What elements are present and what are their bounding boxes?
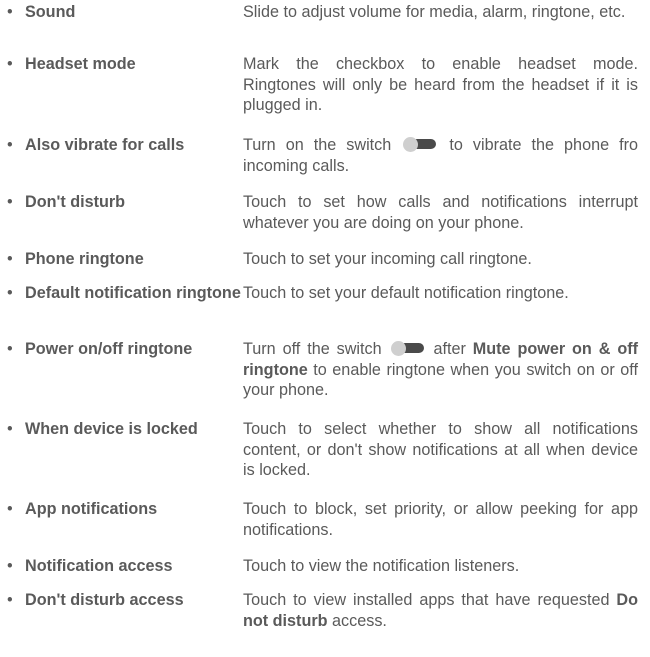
term: • Power on/off ringtone — [0, 339, 243, 360]
settings-definition-list: • Sound Slide to adjust volume for media… — [0, 0, 650, 640]
description-text: Touch to select whether to show all noti… — [243, 420, 638, 479]
description-text: Touch to view the notification listeners… — [243, 557, 520, 575]
toggle-switch-icon — [390, 341, 425, 356]
term-label: Power on/off ringtone — [25, 340, 193, 358]
description: Touch to set your default notification r… — [243, 283, 638, 304]
description-text: Touch to set how calls and notifications… — [243, 193, 638, 232]
description: Touch to select whether to show all noti… — [243, 419, 638, 481]
term-label: Default notification ringtone — [25, 284, 241, 302]
term: • Notification access — [0, 556, 243, 577]
term-label: Headset mode — [25, 55, 136, 73]
bullet: • — [7, 591, 13, 609]
list-item-headset-mode: • Headset mode Mark the checkbox to enab… — [0, 54, 650, 135]
list-item-sound: • Sound Slide to adjust volume for media… — [0, 2, 650, 54]
description-text: Mark the checkbox to enable headset mode… — [243, 55, 638, 114]
list-item-also-vibrate-for-calls: • Also vibrate for calls Turn on the swi… — [0, 135, 650, 192]
bullet: • — [7, 340, 13, 358]
list-item-phone-ringtone: • Phone ringtone Touch to set your incom… — [0, 249, 650, 283]
list-item-notification-access: • Notification access Touch to view the … — [0, 556, 650, 590]
term: • Default notification ringtone — [0, 283, 243, 304]
term-label: Don't disturb — [25, 193, 126, 211]
list-item-power-on-off-ringtone: • Power on/off ringtone Turn off the swi… — [0, 339, 650, 419]
description: Touch to set your incoming call ringtone… — [243, 249, 638, 270]
description: Touch to block, set priority, or allow p… — [243, 499, 638, 540]
bullet: • — [7, 3, 13, 21]
term: • App notifications — [0, 499, 243, 520]
list-item-dont-disturb: • Don't disturb Touch to set how calls a… — [0, 192, 650, 249]
term: • Headset mode — [0, 54, 243, 75]
bullet: • — [7, 500, 13, 518]
bullet: • — [7, 193, 13, 211]
term-label: App notifications — [25, 500, 158, 518]
term-label: Don't disturb access — [25, 591, 184, 609]
bullet: • — [7, 136, 13, 154]
description: Mark the checkbox to enable headset mode… — [243, 54, 638, 116]
bullet: • — [7, 250, 13, 268]
description-text: Turn off the switch — [243, 340, 382, 358]
description: Turn on the switch to vibrate the phone … — [243, 135, 638, 176]
description-text: after — [426, 340, 473, 358]
description-text: Turn on the switch — [243, 136, 392, 154]
bullet: • — [7, 284, 13, 302]
list-item-app-notifications: • App notifications Touch to block, set … — [0, 499, 650, 556]
term: • Also vibrate for calls — [0, 135, 243, 156]
term-label: Also vibrate for calls — [25, 136, 185, 154]
term: • Sound — [0, 2, 243, 23]
description-text: Touch to view installed apps that have r… — [243, 591, 617, 609]
description: Touch to view installed apps that have r… — [243, 590, 638, 631]
bullet: • — [7, 55, 13, 73]
description-text: Touch to set your default notification r… — [243, 284, 569, 302]
term: • Don't disturb — [0, 192, 243, 213]
term: • When device is locked — [0, 419, 243, 440]
term-label: Sound — [25, 3, 76, 21]
bullet: • — [7, 420, 13, 438]
description-text: Touch to block, set priority, or allow p… — [243, 500, 638, 539]
list-item-when-device-is-locked: • When device is locked Touch to select … — [0, 419, 650, 499]
description-text: access. — [327, 611, 387, 630]
description: Turn off the switch after Mute power on … — [243, 339, 638, 401]
term: • Phone ringtone — [0, 249, 243, 270]
description-text: Slide to adjust volume for media, alarm,… — [243, 3, 626, 21]
term: • Don't disturb access — [0, 590, 243, 611]
toggle-switch-icon — [403, 137, 437, 152]
term-label: When device is locked — [25, 420, 198, 438]
description: Touch to set how calls and notifications… — [243, 192, 638, 233]
list-item-default-notification-ringtone: • Default notification ringtone Touch to… — [0, 283, 650, 339]
bullet: • — [7, 557, 13, 575]
description-text: Touch to set your incoming call ringtone… — [243, 250, 532, 268]
description: Slide to adjust volume for media, alarm,… — [243, 2, 638, 23]
term-label: Notification access — [25, 557, 173, 575]
list-item-dont-disturb-access: • Don't disturb access Touch to view ins… — [0, 590, 650, 640]
description: Touch to view the notification listeners… — [243, 556, 638, 577]
term-label: Phone ringtone — [25, 250, 144, 268]
